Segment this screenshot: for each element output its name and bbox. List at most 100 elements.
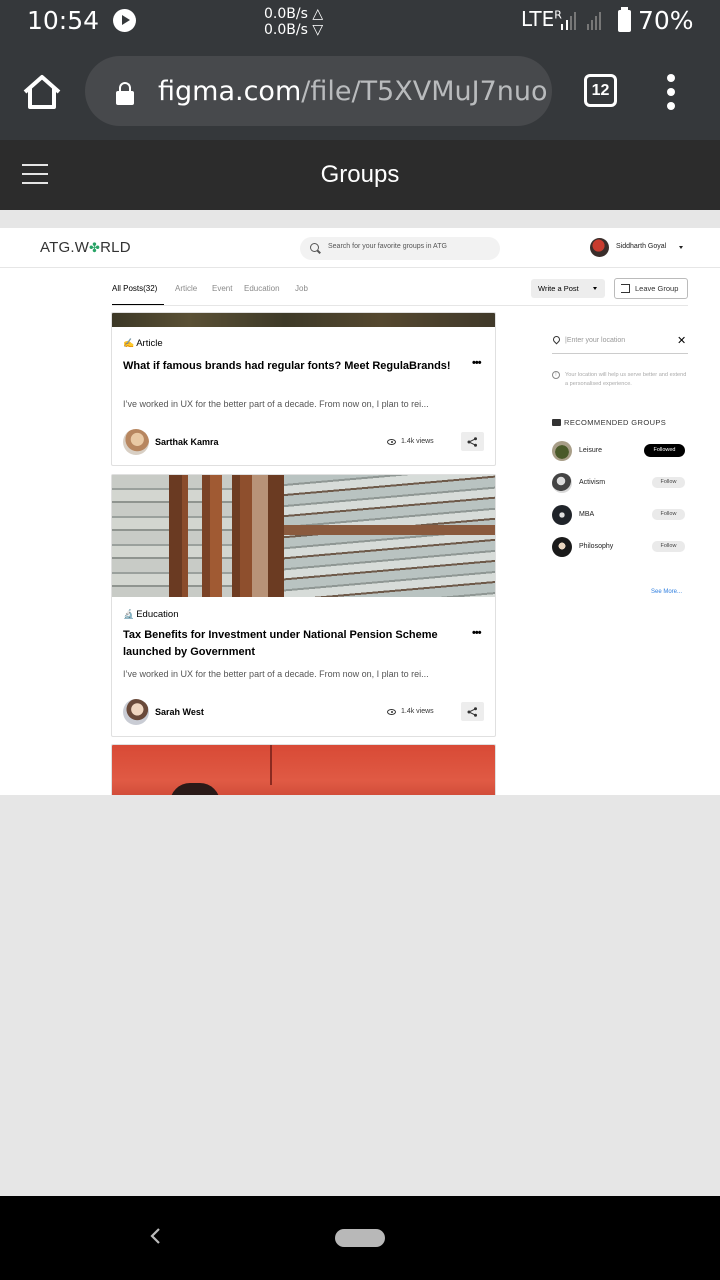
author-name[interactable]: Sarthak Kamra	[155, 437, 219, 447]
status-bar: 10:54 0.0B/s △ 0.0B/s ▽ LTER 70%	[0, 0, 720, 44]
network-type: LTER	[521, 7, 562, 31]
author-avatar[interactable]	[123, 699, 149, 725]
network-speed: 0.0B/s △ 0.0B/s ▽	[264, 6, 323, 38]
logo-suffix: RLD	[100, 239, 131, 256]
category-label: Article	[136, 338, 163, 349]
author-avatar[interactable]	[123, 429, 149, 455]
share-button[interactable]	[461, 702, 484, 721]
follow-button[interactable]: Follow	[652, 477, 685, 488]
write-post-button[interactable]: Write a Post	[531, 279, 605, 298]
post-card[interactable]: 🔬 Education Tax Benefits for Investment u…	[111, 474, 496, 737]
info-icon: !	[552, 371, 560, 379]
battery-percent: 70%	[638, 6, 694, 35]
chevron-down-icon	[593, 287, 597, 290]
group-name[interactable]: Philosophy	[579, 543, 613, 550]
tab-all-posts[interactable]: All Posts(32)	[112, 284, 157, 293]
logo-gear-icon: ✤	[89, 240, 101, 255]
post-image	[112, 313, 495, 327]
exit-icon	[621, 284, 630, 293]
group-name[interactable]: Activism	[579, 479, 605, 486]
location-input[interactable]: |Enter your location ✕	[551, 332, 688, 354]
post-category: 🔬 Education	[123, 609, 178, 620]
tab-job[interactable]: Job	[295, 284, 308, 293]
search-input[interactable]: Search for your favorite groups in ATG	[300, 237, 500, 260]
status-time: 10:54	[27, 6, 100, 35]
more-menu-icon[interactable]	[660, 74, 682, 110]
share-icon	[467, 707, 477, 717]
page-title: Groups	[320, 161, 400, 188]
group-avatar	[552, 441, 572, 461]
address-bar[interactable]: figma.com/file/T5XVMuJ7nuo	[85, 56, 552, 126]
leave-group-button[interactable]: Leave Group	[614, 278, 688, 299]
post-card[interactable]	[111, 744, 496, 795]
browser-toolbar: figma.com/file/T5XVMuJ7nuo 12	[0, 44, 720, 140]
follow-button[interactable]: Follow	[652, 541, 685, 552]
tab-education[interactable]: Education	[244, 284, 280, 293]
see-more-link[interactable]: See More...	[651, 589, 682, 595]
avatar[interactable]	[590, 238, 609, 257]
view-count: 1.4k views	[401, 708, 434, 715]
post-image	[112, 475, 495, 597]
header-divider	[0, 267, 720, 268]
system-nav-bar	[0, 1196, 720, 1280]
tab-event[interactable]: Event	[212, 284, 232, 293]
more-options-icon[interactable]: •••	[472, 357, 482, 369]
back-icon[interactable]	[146, 1226, 166, 1246]
post-title[interactable]: What if famous brands had regular fonts?…	[123, 358, 473, 375]
tab-article[interactable]: Article	[175, 284, 197, 293]
category-label: Education	[136, 609, 179, 620]
home-pill-button[interactable]	[335, 1229, 385, 1247]
tab-switcher-button[interactable]: 12	[584, 74, 617, 107]
follow-button[interactable]: Follow	[652, 509, 685, 520]
lock-icon	[116, 82, 134, 105]
close-icon[interactable]: ✕	[677, 334, 686, 347]
media-play-icon	[113, 9, 136, 32]
eye-icon	[387, 709, 396, 715]
chevron-down-icon[interactable]	[679, 246, 683, 249]
user-name[interactable]: Siddharth Goyal	[616, 243, 666, 250]
post-title[interactable]: Tax Benefits for Investment under Nation…	[123, 627, 473, 661]
net-up: 0.0B/s △	[264, 6, 324, 22]
share-button[interactable]	[461, 432, 484, 451]
share-icon	[467, 437, 477, 447]
figma-header: Groups	[0, 140, 720, 210]
post-card[interactable]: ✍ Article What if famous brands had regul…	[111, 312, 496, 466]
url-path: /file/T5XVMuJ7nuo	[301, 76, 548, 107]
post-excerpt: I’ve worked in UX for the better part of…	[123, 669, 429, 679]
more-options-icon[interactable]: •••	[472, 627, 482, 639]
followed-button[interactable]: Followed	[644, 444, 685, 457]
screen: 10:54 0.0B/s △ 0.0B/s ▽ LTER 70% figma.c…	[0, 0, 720, 1280]
design-frame: ATG.W✤RLD Search for your favorite group…	[0, 228, 720, 795]
group-item[interactable]: Leisure Followed	[552, 441, 688, 463]
author-name[interactable]: Sarah West	[155, 707, 204, 717]
leave-group-label: Leave Group	[635, 284, 679, 293]
active-tab-indicator	[112, 304, 164, 305]
url-domain: figma.com	[158, 76, 302, 107]
logo-prefix: ATG.W	[40, 239, 90, 256]
url-text: figma.com/file/T5XVMuJ7nuo	[158, 76, 548, 107]
search-icon	[310, 243, 319, 252]
site-logo[interactable]: ATG.W✤RLD	[40, 239, 131, 256]
group-avatar	[552, 473, 572, 493]
group-avatar	[552, 537, 572, 557]
recommended-heading-label: RECOMMENDED GROUPS	[564, 418, 667, 427]
battery-icon	[618, 7, 631, 32]
location-pin-icon	[551, 334, 562, 345]
location-placeholder: |Enter your location	[565, 337, 626, 344]
post-category: ✍ Article	[123, 338, 163, 349]
thumbs-up-icon	[552, 419, 561, 426]
microscope-icon: 🔬	[123, 609, 135, 619]
location-info-text: Your location will help us serve better …	[565, 372, 687, 387]
net-down: 0.0B/s ▽	[264, 22, 324, 38]
group-name[interactable]: Leisure	[579, 447, 602, 454]
view-count: 1.4k views	[401, 438, 434, 445]
group-item[interactable]: MBA Follow	[552, 505, 688, 527]
group-item[interactable]: Philosophy Follow	[552, 537, 688, 559]
eye-icon	[387, 439, 396, 445]
group-item[interactable]: Activism Follow	[552, 473, 688, 495]
post-image	[112, 745, 495, 795]
search-placeholder: Search for your favorite groups in ATG	[328, 243, 447, 250]
signal-icon	[561, 12, 601, 30]
home-icon[interactable]	[20, 72, 64, 112]
group-name[interactable]: MBA	[579, 511, 594, 518]
